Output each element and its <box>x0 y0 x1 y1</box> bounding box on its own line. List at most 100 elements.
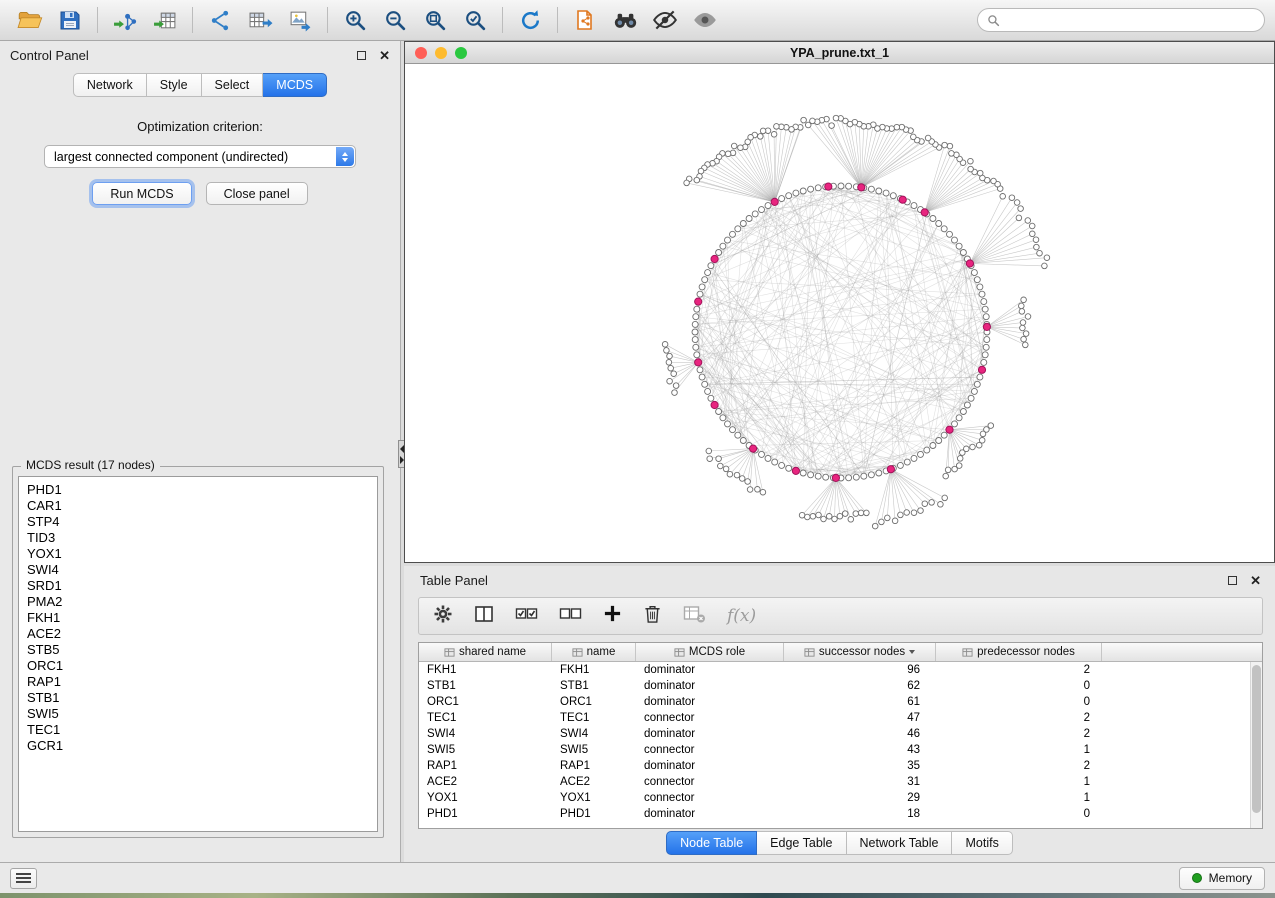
table-cell[interactable]: ORC1 <box>419 694 552 710</box>
zoom-in-button[interactable] <box>335 3 375 37</box>
table-cell[interactable]: 18 <box>784 806 936 822</box>
table-cell[interactable]: connector <box>636 710 784 726</box>
table-cell[interactable]: connector <box>636 790 784 806</box>
column-header-predecessor-nodes[interactable]: predecessor nodes <box>936 643 1102 661</box>
table-cell[interactable]: 1 <box>936 790 1102 806</box>
search-input[interactable] <box>1006 13 1255 27</box>
show-columns-button[interactable] <box>474 604 494 629</box>
table-cell[interactable]: 29 <box>784 790 936 806</box>
mcds-result-item[interactable]: TID3 <box>27 530 369 546</box>
memory-button[interactable]: Memory <box>1179 867 1265 890</box>
mcds-result-item[interactable]: PHD1 <box>27 482 369 498</box>
close-panel-button[interactable]: Close panel <box>206 182 308 205</box>
mcds-result-item[interactable]: RAP1 <box>27 674 369 690</box>
mcds-result-item[interactable]: CAR1 <box>27 498 369 514</box>
table-cell[interactable]: SWI4 <box>419 726 552 742</box>
float-panel-icon[interactable] <box>357 51 366 60</box>
table-cell[interactable]: ORC1 <box>552 694 636 710</box>
run-mcds-button[interactable]: Run MCDS <box>92 182 191 205</box>
table-cell[interactable]: dominator <box>636 678 784 694</box>
close-panel-icon[interactable]: ✕ <box>379 49 390 62</box>
table-cell[interactable]: 1 <box>936 774 1102 790</box>
table-cell[interactable]: ACE2 <box>419 774 552 790</box>
zoom-selected-button[interactable] <box>455 3 495 37</box>
network-view-titlebar[interactable]: YPA_prune.txt_1 <box>405 42 1274 64</box>
table-row[interactable]: PHD1PHD1dominator180 <box>419 806 1250 822</box>
table-cell[interactable]: 31 <box>784 774 936 790</box>
close-window-icon[interactable] <box>415 47 427 59</box>
table-cell[interactable]: ACE2 <box>552 774 636 790</box>
delete-column-button[interactable] <box>643 603 662 629</box>
table-cell[interactable]: 0 <box>936 806 1102 822</box>
table-row[interactable]: SWI4SWI4dominator462 <box>419 726 1250 742</box>
minimize-window-icon[interactable] <box>435 47 447 59</box>
column-header-name[interactable]: name <box>552 643 636 661</box>
tab-motifs[interactable]: Motifs <box>952 831 1012 855</box>
table-cell[interactable]: SWI4 <box>552 726 636 742</box>
table-cell[interactable]: 1 <box>936 742 1102 758</box>
delete-table-button[interactable] <box>683 604 706 629</box>
table-cell[interactable]: 46 <box>784 726 936 742</box>
mcds-result-item[interactable]: STB5 <box>27 642 369 658</box>
table-cell[interactable]: 2 <box>936 710 1102 726</box>
table-row[interactable]: FKH1FKH1dominator962 <box>419 662 1250 678</box>
float-table-panel-icon[interactable] <box>1228 576 1237 585</box>
table-row[interactable]: RAP1RAP1dominator352 <box>419 758 1250 774</box>
function-builder-button[interactable]: f(x) <box>727 606 756 626</box>
mcds-result-item[interactable]: PMA2 <box>27 594 369 610</box>
table-cell[interactable]: 0 <box>936 694 1102 710</box>
scrollbar-thumb[interactable] <box>1252 665 1261 813</box>
table-cell[interactable]: 96 <box>784 662 936 678</box>
table-cell[interactable]: FKH1 <box>552 662 636 678</box>
table-cell[interactable]: RAP1 <box>552 758 636 774</box>
mcds-result-item[interactable]: YOX1 <box>27 546 369 562</box>
mcds-result-item[interactable]: STP4 <box>27 514 369 530</box>
tab-network[interactable]: Network <box>73 73 147 97</box>
table-cell[interactable]: dominator <box>636 758 784 774</box>
hide-panel-button[interactable] <box>685 3 725 37</box>
table-cell[interactable]: RAP1 <box>419 758 552 774</box>
mcds-result-item[interactable]: TEC1 <box>27 722 369 738</box>
table-row[interactable]: ORC1ORC1dominator610 <box>419 694 1250 710</box>
network-graph[interactable] <box>405 64 1274 562</box>
table-cell[interactable]: 35 <box>784 758 936 774</box>
table-cell[interactable]: STB1 <box>552 678 636 694</box>
open-session-button[interactable] <box>10 3 50 37</box>
tab-node-table[interactable]: Node Table <box>666 831 757 855</box>
table-cell[interactable]: connector <box>636 742 784 758</box>
import-network-file-button[interactable] <box>105 3 145 37</box>
table-cell[interactable]: dominator <box>636 806 784 822</box>
style-toggle-button[interactable] <box>645 3 685 37</box>
table-cell[interactable]: 43 <box>784 742 936 758</box>
table-cell[interactable]: 61 <box>784 694 936 710</box>
table-cell[interactable]: TEC1 <box>552 710 636 726</box>
table-cell[interactable]: PHD1 <box>419 806 552 822</box>
refresh-button[interactable] <box>510 3 550 37</box>
mcds-result-list[interactable]: PHD1CAR1STP4TID3YOX1SWI4SRD1PMA2FKH1ACE2… <box>18 476 378 832</box>
mcds-result-item[interactable]: STB1 <box>27 690 369 706</box>
table-cell[interactable]: connector <box>636 774 784 790</box>
tab-edge-table[interactable]: Edge Table <box>757 831 846 855</box>
tab-style[interactable]: Style <box>147 73 202 97</box>
table-cell[interactable]: SWI5 <box>552 742 636 758</box>
table-row[interactable]: STB1STB1dominator620 <box>419 678 1250 694</box>
table-cell[interactable]: 2 <box>936 726 1102 742</box>
export-table-button[interactable] <box>240 3 280 37</box>
table-row[interactable]: ACE2ACE2connector311 <box>419 774 1250 790</box>
zoom-fit-button[interactable] <box>415 3 455 37</box>
network-canvas[interactable] <box>405 64 1274 562</box>
table-cell[interactable]: 2 <box>936 662 1102 678</box>
table-scrollbar[interactable] <box>1250 662 1262 828</box>
import-table-file-button[interactable] <box>145 3 185 37</box>
mcds-result-item[interactable]: FKH1 <box>27 610 369 626</box>
tab-mcds[interactable]: MCDS <box>263 73 327 97</box>
table-row[interactable]: TEC1TEC1connector472 <box>419 710 1250 726</box>
mcds-result-item[interactable]: SWI5 <box>27 706 369 722</box>
tab-select[interactable]: Select <box>202 73 264 97</box>
export-image-button[interactable] <box>280 3 320 37</box>
table-cell[interactable]: 47 <box>784 710 936 726</box>
table-row[interactable]: SWI5SWI5connector431 <box>419 742 1250 758</box>
table-cell[interactable]: dominator <box>636 726 784 742</box>
mcds-result-item[interactable]: SRD1 <box>27 578 369 594</box>
search-box[interactable] <box>977 8 1265 32</box>
